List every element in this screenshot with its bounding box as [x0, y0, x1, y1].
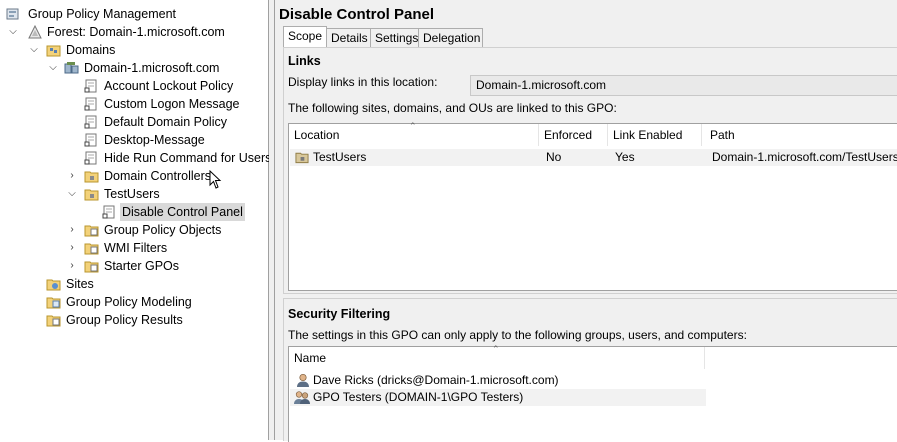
tab-scope[interactable]: Scope — [283, 26, 327, 48]
expand-icon[interactable]: › — [66, 257, 78, 275]
tree-label-starter-gpos: Starter GPOs — [104, 259, 180, 273]
tree-label-forest: Forest: Domain-1.microsoft.com — [47, 25, 225, 39]
security-principal-name: Dave Ricks (dricks@Domain-1.microsoft.co… — [313, 373, 559, 387]
tab-details[interactable]: Details — [326, 28, 372, 47]
collapse-icon[interactable]: ⌵ — [7, 23, 19, 41]
folder-icon — [84, 225, 99, 237]
expand-icon[interactable]: › — [66, 239, 78, 257]
tree-label-domain-controllers: Domain Controllers — [104, 169, 211, 183]
domains-folder-icon — [46, 45, 61, 57]
gpo-link-icon — [84, 97, 97, 111]
gpm-icon — [6, 8, 19, 20]
expand-icon[interactable]: › — [66, 221, 78, 239]
cell-path: Domain-1.microsoft.com/TestUsers — [712, 150, 897, 164]
tree-label-domains: Domains — [66, 43, 116, 57]
gpo-link-icon — [84, 151, 97, 165]
tab-delegation[interactable]: Delegation — [418, 28, 483, 47]
mouse-cursor-icon — [209, 170, 222, 189]
links-section-title: Links — [288, 54, 321, 68]
expand-icon[interactable]: › — [66, 167, 78, 185]
modeling-icon — [46, 297, 61, 309]
tree-label-gpo-link: Desktop-Message — [104, 133, 205, 147]
tree-label-domain: Domain-1.microsoft.com — [84, 61, 220, 75]
user-icon — [297, 373, 309, 387]
tree-label-root: Group Policy Management — [28, 7, 176, 21]
tree-label-gpo-objects: Group Policy Objects — [104, 223, 222, 237]
table-row[interactable]: TestUsers No Yes Domain-1.microsoft.com/… — [290, 149, 897, 166]
tree-label-selected-gpo: Disable Control Panel — [120, 203, 245, 221]
results-icon — [46, 315, 61, 327]
ou-folder-icon — [84, 171, 99, 183]
gpo-link-icon — [102, 205, 115, 219]
tab-settings[interactable]: Settings — [370, 28, 420, 47]
group-icon — [294, 391, 310, 404]
tree-label-results: Group Policy Results — [66, 313, 183, 327]
cell-link-enabled: Yes — [615, 150, 635, 164]
folder-icon — [84, 261, 99, 273]
security-list: ⌃ Name Dave Ricks (dricks@Domain-1.micro… — [288, 344, 897, 442]
cell-location: TestUsers — [313, 150, 367, 164]
column-header-link-enabled[interactable]: Link Enabled — [608, 124, 702, 146]
column-header-path[interactable]: Path — [705, 124, 897, 146]
column-header-location[interactable]: Location — [289, 124, 539, 146]
tree-label-sites: Sites — [66, 277, 94, 291]
security-principal-name: GPO Testers (DOMAIN-1\GPO Testers) — [313, 390, 524, 404]
gpo-link-icon — [84, 115, 97, 129]
tree-label-gpo-link: Custom Logon Message — [104, 97, 240, 111]
gpo-link-icon — [84, 133, 97, 147]
sites-icon — [46, 279, 61, 291]
column-header-enforced[interactable]: Enforced — [539, 124, 608, 146]
collapse-icon[interactable]: ⌵ — [28, 41, 40, 59]
collapse-icon[interactable]: ⌵ — [47, 59, 59, 77]
display-links-label: Display links in this location: — [288, 75, 438, 89]
list-item[interactable]: GPO Testers (DOMAIN-1\GPO Testers) — [290, 389, 706, 406]
tree-label-wmi-filters: WMI Filters — [104, 241, 168, 255]
security-section-title: Security Filtering — [288, 307, 391, 321]
tree-label-gpo-link: Hide Run Command for Users — [104, 151, 272, 165]
links-description: The following sites, domains, and OUs ar… — [288, 101, 617, 115]
forest-icon — [28, 25, 42, 39]
list-item[interactable]: Dave Ricks (dricks@Domain-1.microsoft.co… — [290, 372, 706, 389]
details-pane: Disable Control Panel Scope Details Sett… — [275, 0, 897, 442]
tree-label-modeling: Group Policy Modeling — [66, 295, 192, 309]
folder-icon — [84, 243, 99, 255]
gpo-link-icon — [84, 79, 97, 93]
security-description: The settings in this GPO can only apply … — [288, 328, 747, 342]
console-tree: Group Policy Management ⌵ Forest: Domain… — [0, 0, 271, 440]
tree-label-gpo-link: Default Domain Policy — [104, 115, 227, 129]
ou-folder-icon — [84, 189, 99, 201]
ou-folder-icon — [295, 152, 309, 164]
tree-label-gpo-link: Account Lockout Policy — [104, 79, 234, 93]
tree-label-testusers: TestUsers — [104, 187, 160, 201]
cell-enforced: No — [546, 150, 562, 164]
domain-icon — [64, 62, 79, 74]
links-panel: Links Display links in this location: Do… — [283, 47, 897, 294]
security-filtering-panel: Security Filtering The settings in this … — [283, 298, 897, 442]
column-header-name[interactable]: Name — [289, 347, 705, 369]
links-list: ⌃ Location Enforced Link Enabled Path Te… — [288, 121, 897, 291]
collapse-icon[interactable]: ⌵ — [66, 185, 78, 203]
page-title: Disable Control Panel — [279, 6, 435, 23]
display-links-dropdown[interactable]: Domain-1.microsoft.com — [470, 75, 897, 96]
